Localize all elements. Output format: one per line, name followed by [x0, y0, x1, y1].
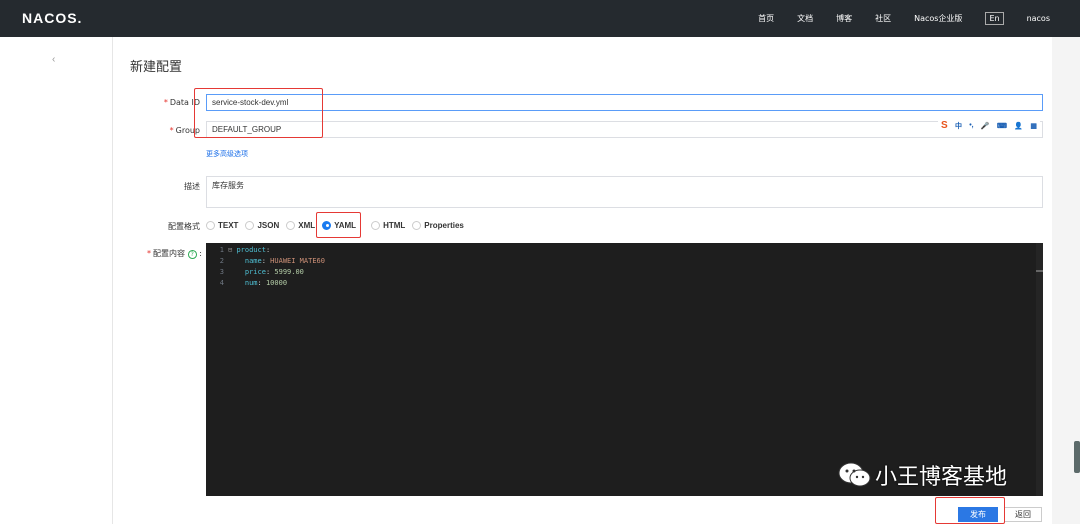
format-label: 配置格式: [168, 222, 200, 231]
editor-line: 4 num: 10000: [219, 278, 288, 287]
nav-enterprise[interactable]: Nacos企业版: [914, 13, 962, 24]
user-icon[interactable]: 👤: [1014, 122, 1023, 130]
back-button[interactable]: 返回: [1004, 507, 1042, 522]
top-nav-menu: 首页 文档 博客 社区 Nacos企业版 En nacos: [735, 0, 1050, 37]
sogou-ime-icon[interactable]: S: [941, 120, 948, 131]
radio-circle-icon: [206, 220, 215, 230]
ime-punctuation-icon[interactable]: •,: [969, 122, 973, 129]
highlight-box-yaml: [316, 212, 361, 238]
wechat-icon: [835, 460, 875, 490]
scrollbar-thumb[interactable]: [1074, 441, 1080, 473]
sidebar: ‹: [0, 37, 113, 524]
user-menu[interactable]: nacos: [1027, 14, 1050, 23]
nav-blog[interactable]: 博客: [836, 13, 852, 24]
radio-circle-icon: [371, 220, 381, 230]
help-icon[interactable]: ?: [187, 250, 197, 259]
highlight-box-dataid-group: [194, 88, 323, 138]
nacos-logo[interactable]: NACOS.: [22, 10, 82, 26]
radio-circle-icon: [245, 220, 255, 230]
grid-menu-icon[interactable]: ▦: [1030, 122, 1037, 130]
group-label: * Group: [169, 126, 200, 135]
format-radio-html[interactable]: HTML: [371, 220, 405, 230]
nav-community[interactable]: 社区: [875, 13, 891, 24]
watermark: 小王博客基地: [835, 459, 1007, 491]
content-label: * 配置内容 ? :: [147, 249, 202, 259]
description-textarea[interactable]: 库存服务: [206, 176, 1043, 208]
watermark-text: 小王博客基地: [875, 465, 1008, 490]
language-toggle[interactable]: En: [985, 12, 1004, 25]
description-label: 描述: [184, 182, 200, 191]
page-scrollbar[interactable]: [1052, 37, 1080, 524]
advanced-options-link[interactable]: 更多高级选项: [206, 149, 248, 159]
radio-circle-icon: [412, 220, 422, 230]
editor-line: 2 name: HUAWEI MATE60: [219, 256, 325, 265]
nav-docs[interactable]: 文档: [797, 13, 813, 24]
format-radio-text[interactable]: TEXT: [206, 220, 238, 230]
editor-minimap[interactable]: [1036, 243, 1043, 496]
collapse-chevron-icon[interactable]: ‹: [52, 54, 55, 65]
format-radio-xml[interactable]: XML: [286, 220, 315, 230]
top-nav-bar: NACOS. 首页 文档 博客 社区 Nacos企业版 En nacos: [0, 0, 1080, 37]
format-radio-properties[interactable]: Properties: [412, 220, 464, 230]
highlight-box-publish: [935, 497, 1005, 524]
microphone-icon[interactable]: 🎤: [981, 122, 990, 130]
radio-circle-icon: [286, 220, 296, 230]
data-id-input[interactable]: service-stock-dev.yml: [206, 94, 1043, 111]
keyboard-icon[interactable]: ⌨: [997, 122, 1007, 130]
editor-line: 3 price: 5999.00: [219, 267, 304, 276]
editor-line: 1 ⊟ product:: [219, 245, 271, 254]
nav-home[interactable]: 首页: [758, 13, 774, 24]
ime-toolbar: S 中 •, 🎤 ⌨ 👤 ▦: [938, 118, 1040, 133]
ime-chinese-mode[interactable]: 中: [955, 121, 962, 131]
group-input[interactable]: DEFAULT_GROUP: [206, 121, 1043, 138]
page-title: 新建配置: [130, 60, 183, 75]
data-id-label: * Data ID: [163, 98, 200, 107]
format-radio-json[interactable]: JSON: [245, 220, 279, 230]
